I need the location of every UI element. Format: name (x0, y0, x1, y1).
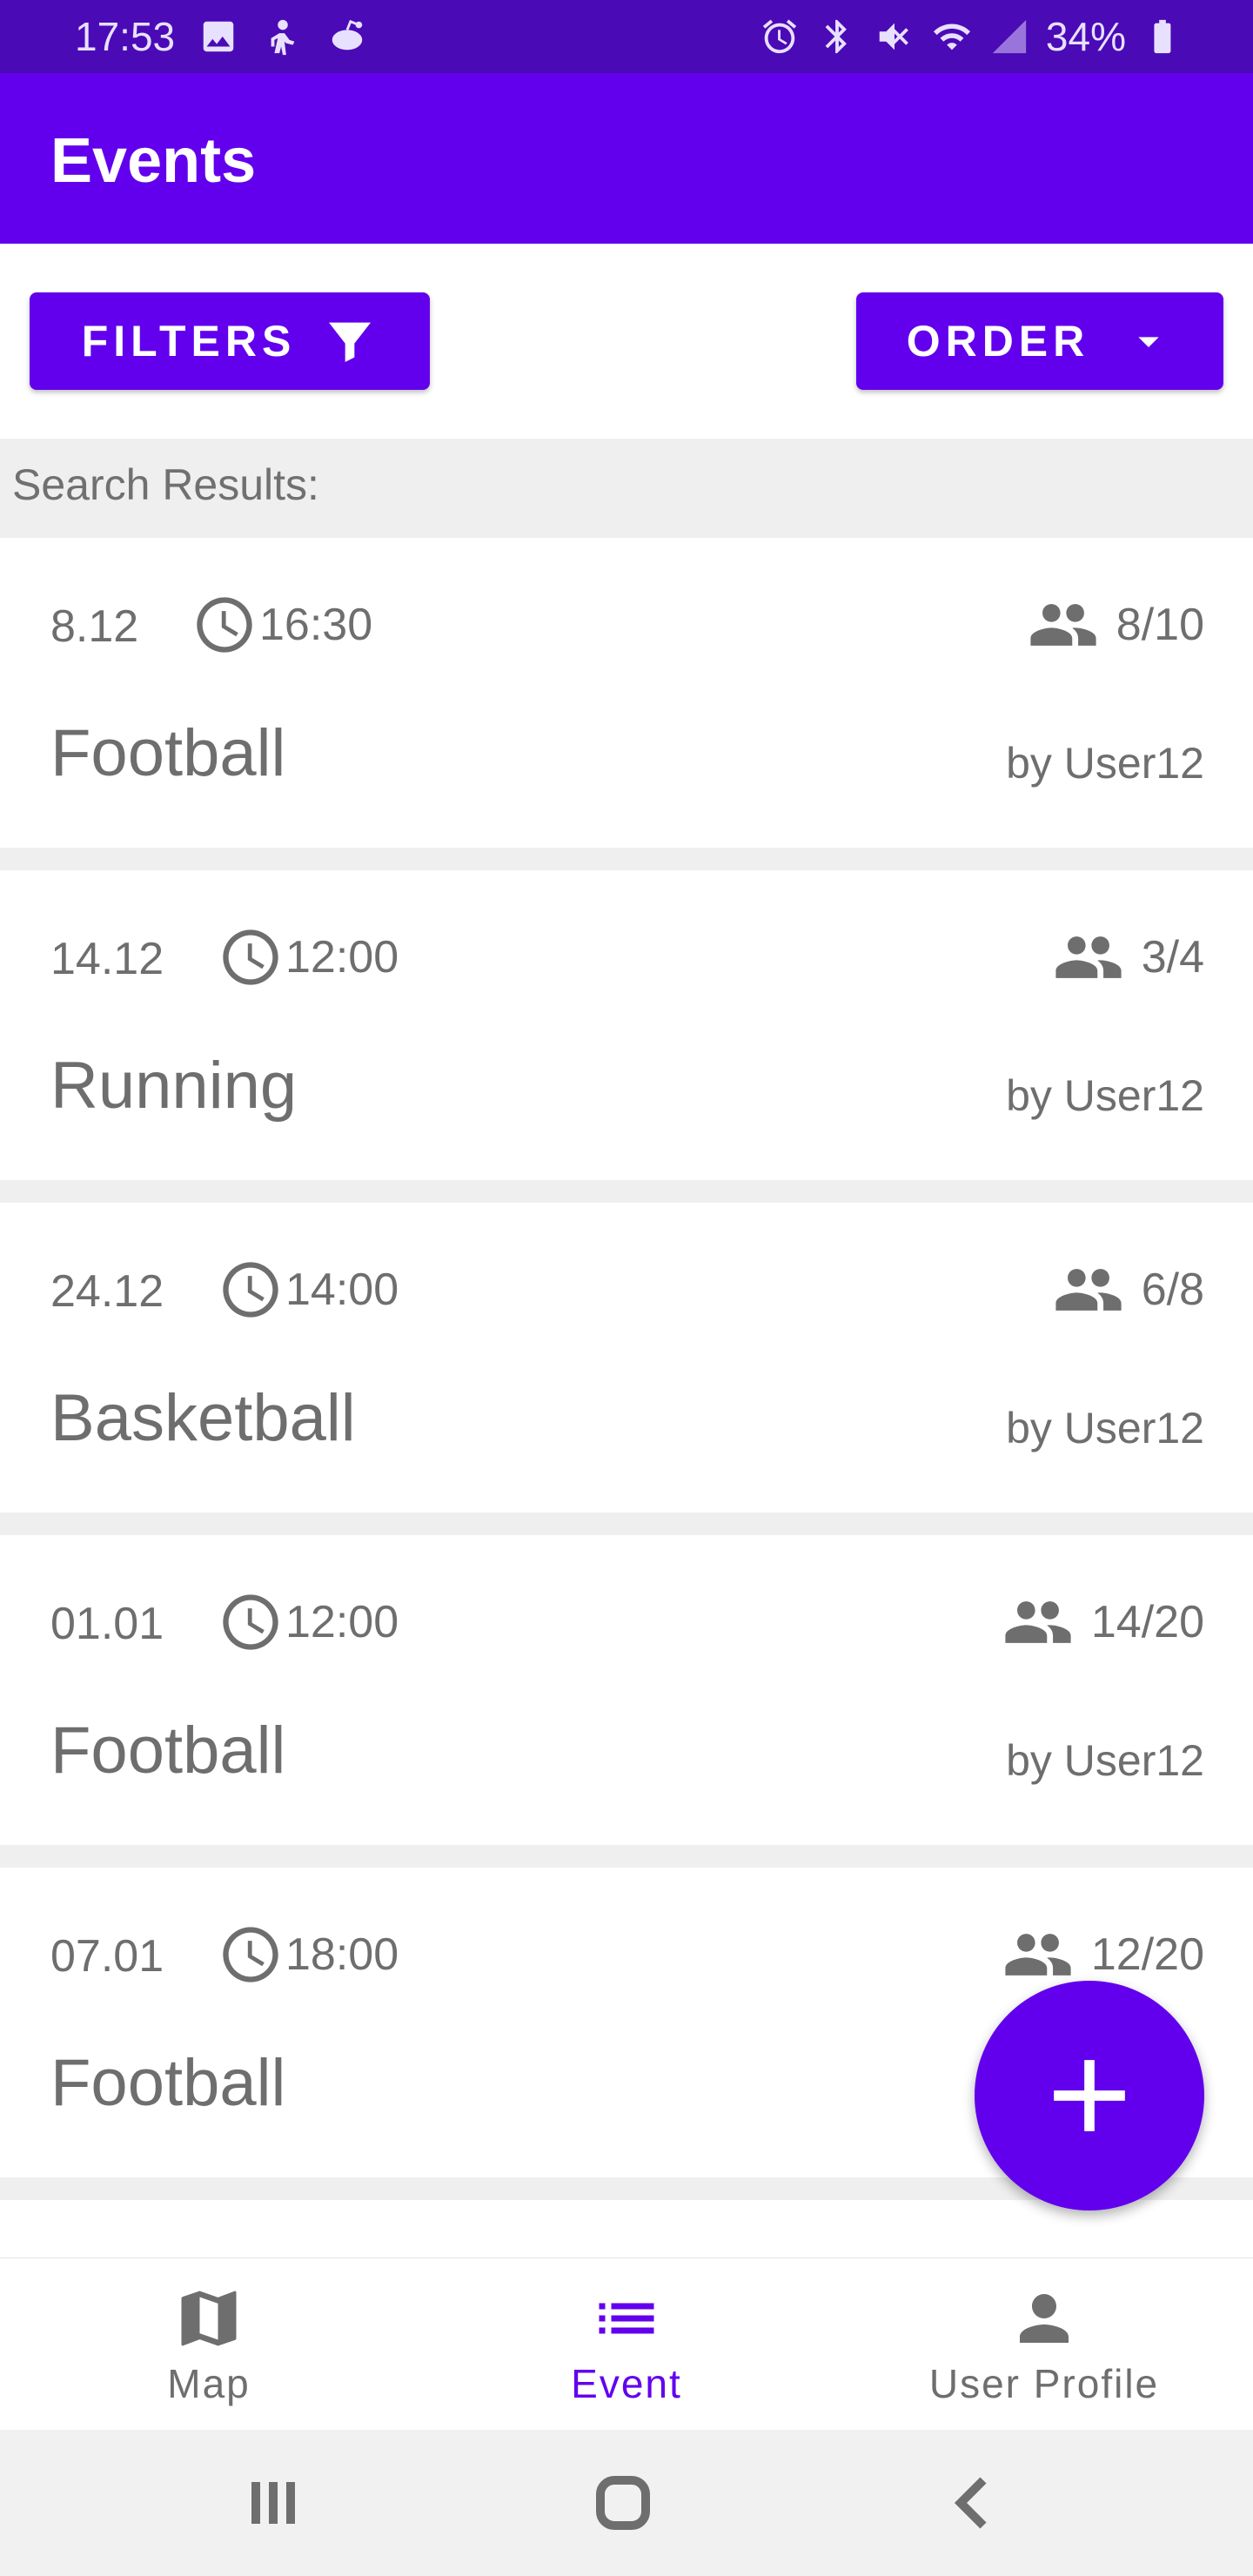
event-organizer: by User12 (1006, 1736, 1204, 1785)
event-date: 24.12 (50, 1266, 164, 1317)
event-participants: 3/4 (1053, 926, 1204, 989)
event-time-group: 14:00 (218, 1258, 399, 1321)
participants-count: 12/20 (1090, 1929, 1204, 1980)
participants-count: 6/8 (1141, 1265, 1204, 1315)
participants-count: 14/20 (1090, 1597, 1204, 1647)
bluetooth-icon (816, 16, 858, 57)
event-title: Basketball (50, 1381, 356, 1455)
event-time: 16:30 (259, 600, 373, 650)
group-icon (1005, 1601, 1071, 1643)
event-card[interactable]: 8.12 16:30 8/10 Football by User12 (0, 538, 1253, 848)
event-organizer: by User12 (1006, 1071, 1204, 1120)
dropdown-arrow-icon (1138, 337, 1159, 347)
reddit-icon (326, 16, 368, 57)
event-card[interactable]: 24.12 14:00 6/8 Basketball by User12 (0, 1203, 1253, 1513)
results-header: Search Results: (0, 439, 1253, 538)
event-organizer: by User12 (1006, 739, 1204, 788)
recent-apps-button[interactable] (235, 2465, 312, 2541)
event-time-group: 12:00 (218, 1591, 399, 1654)
event-date: 14.12 (50, 934, 164, 984)
nav-label-user-profile: User Profile (928, 2361, 1160, 2406)
status-bar: 17:53 34% (0, 0, 1253, 73)
event-card[interactable]: 14.12 12:00 3/4 Running by User12 (0, 870, 1253, 1180)
status-bar-left: 17:53 (75, 0, 368, 73)
event-participants: 14/20 (1002, 1591, 1204, 1654)
participants-count: 3/4 (1141, 932, 1204, 983)
list-icon (599, 2303, 654, 2334)
home-button[interactable] (585, 2465, 661, 2541)
status-bar-right: 34% (759, 0, 1183, 73)
event-participants: 12/20 (1002, 1923, 1204, 1986)
filter-icon (329, 322, 372, 362)
clock-icon (197, 597, 252, 653)
event-time-group: 18:00 (218, 1923, 399, 1986)
back-icon (954, 2477, 987, 2529)
back-button[interactable] (935, 2465, 1011, 2541)
clock-icon (223, 1594, 278, 1650)
alarm-icon (759, 16, 801, 57)
event-time: 14:00 (285, 1265, 399, 1315)
group-icon (1055, 936, 1122, 978)
status-time: 17:53 (75, 14, 176, 59)
participants-count: 8/10 (1116, 600, 1204, 650)
nav-label-map: Map (167, 2361, 251, 2406)
group-icon (1055, 1269, 1122, 1311)
event-title: Running (50, 1049, 298, 1123)
event-time-group: 16:30 (191, 594, 372, 656)
filters-button[interactable]: FILTERS (30, 292, 430, 390)
battery-percent: 34% (1045, 14, 1126, 59)
app-bar: Events (0, 73, 1253, 244)
event-time-group: 12:00 (218, 926, 399, 989)
bottom-navigation: Map Event User Profile (0, 2257, 1253, 2430)
event-card-partial[interactable] (0, 2200, 1253, 2257)
order-button[interactable]: ORDER (856, 292, 1223, 390)
event-participants: 8/10 (1028, 594, 1204, 656)
page-title: Events (50, 126, 257, 196)
nav-item-user-profile[interactable]: User Profile (835, 2258, 1253, 2431)
wifi-icon (931, 16, 973, 57)
event-card[interactable]: 01.01 12:00 14/20 Football by User12 (0, 1535, 1253, 1845)
event-title: Football (50, 716, 286, 790)
person-icon (262, 16, 304, 57)
group-icon (1030, 604, 1096, 646)
event-date: 01.01 (50, 1599, 164, 1649)
clock-icon (223, 1262, 278, 1318)
plus-icon (1054, 2060, 1125, 2131)
home-icon (596, 2476, 650, 2530)
event-date: 07.01 (50, 1931, 164, 1982)
event-title: Football (50, 2046, 286, 2120)
event-organizer: by User12 (1006, 1404, 1204, 1452)
event-time: 12:00 (285, 932, 399, 983)
event-time: 18:00 (285, 1929, 399, 1980)
nav-label-event: Event (571, 2361, 682, 2406)
system-navigation-bar (0, 2430, 1253, 2576)
image-icon (198, 16, 239, 57)
order-button-label: ORDER (906, 317, 1090, 366)
event-participants: 6/8 (1053, 1258, 1204, 1321)
group-icon (1005, 1934, 1071, 1976)
event-time: 12:00 (285, 1597, 399, 1647)
map-icon (181, 2291, 237, 2346)
event-date: 8.12 (50, 601, 139, 652)
nav-item-event[interactable]: Event (418, 2258, 835, 2431)
event-title: Football (50, 1714, 286, 1788)
battery-icon (1142, 16, 1183, 57)
signal-icon (988, 16, 1030, 57)
results-label: Search Results: (12, 460, 319, 509)
filter-toolbar: FILTERS ORDER (0, 244, 1253, 439)
mute-icon (874, 16, 915, 57)
clock-icon (223, 929, 278, 985)
filters-button-label: FILTERS (81, 317, 297, 366)
nav-item-map[interactable]: Map (0, 2258, 418, 2431)
recent-apps-icon (251, 2482, 295, 2524)
person-icon (1020, 2294, 1069, 2343)
add-event-button[interactable] (975, 1981, 1204, 2210)
clock-icon (223, 1927, 278, 1982)
